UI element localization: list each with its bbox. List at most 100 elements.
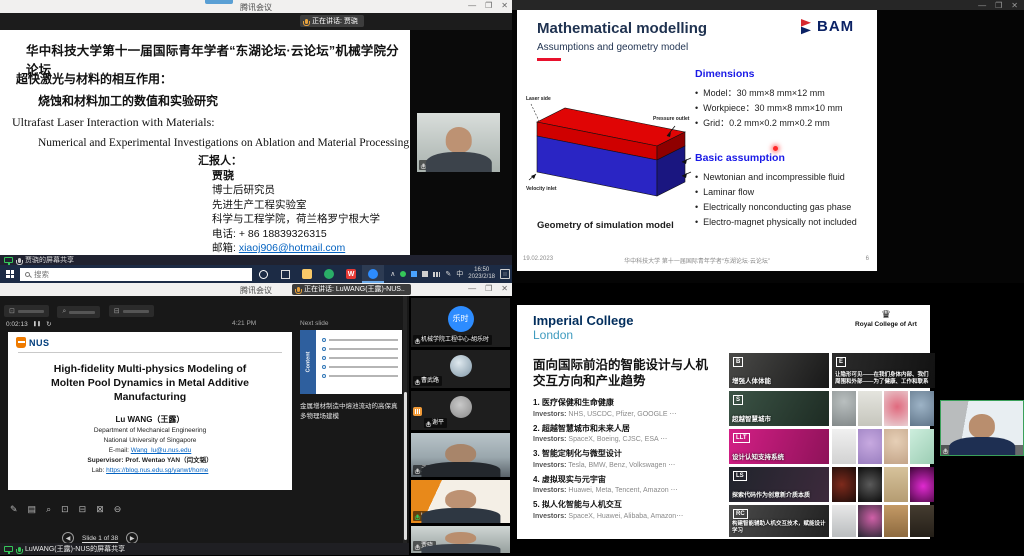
webcam-tile-jiangyu[interactable]: 江舆 xyxy=(940,400,1024,456)
speaker-notes: 金属增材制造中熔池流动的高保真多物理场建模 xyxy=(300,402,402,423)
stamp-icon[interactable]: ▤ xyxy=(28,504,47,514)
avatar: 乐时 xyxy=(448,306,474,332)
windows-logo-icon xyxy=(6,270,14,278)
wps-button[interactable]: W xyxy=(340,265,362,283)
network-icon[interactable] xyxy=(433,272,440,277)
lab-line: Lab: https://blog.nus.edu.sg/yanwt/home xyxy=(8,466,292,476)
wechat-button[interactable] xyxy=(318,265,340,283)
scrollbar-thumb[interactable] xyxy=(404,392,407,540)
start-button[interactable] xyxy=(0,265,20,283)
speaking-indicator: 正在讲话: LuWANG(王露)-NUS.. xyxy=(292,284,411,295)
photo-thumbnail xyxy=(884,467,908,502)
zoom-tool-button[interactable]: ⌕ xyxy=(57,306,100,318)
lab-link[interactable]: https://blog.nus.edu.sg/yanwt/home xyxy=(106,467,208,474)
window-titlebar[interactable]: 腾讯会议 — ❐ ✕ xyxy=(0,0,512,13)
rca-crest-icon: ♛ xyxy=(847,309,925,321)
slide-counter: Slide 1 of 38 xyxy=(82,535,118,542)
ime-indicator[interactable]: 中 xyxy=(456,269,463,279)
slide-author: Lu WANG（王露） xyxy=(8,414,292,425)
monitor-arrow-icon[interactable]: ⊡ xyxy=(61,504,79,514)
presenter-role: 博士后研究员 xyxy=(212,183,380,198)
pen-settings-icon[interactable]: ✎ xyxy=(445,270,451,278)
participant-tile[interactable]: LuWANG(王露)-N.. xyxy=(411,480,510,523)
participant-tile[interactable]: 曹武路 xyxy=(411,350,510,388)
taskbar-clock[interactable]: 16:50 2023/2/18 xyxy=(468,267,495,281)
close-button[interactable]: ✕ xyxy=(501,1,508,11)
meeting-window-bottom-left: 腾讯会议 — ❐ ✕ 正在讲话: LuWANG(王露)-NUS.. ⊡ ⌕ ⊟ … xyxy=(0,283,512,555)
email-link[interactable]: xiaoj906@hotmail.com xyxy=(239,242,345,254)
meeting-app-button[interactable] xyxy=(362,265,384,283)
geometry-diagram: Laser side Pressure outlet Velocity inle… xyxy=(525,70,693,218)
window-controls: — ❐ ✕ xyxy=(468,284,508,294)
presenter-lab: 先进生产工程实验室 xyxy=(212,198,380,213)
presenter-school: 科学与工程学院，荷兰格罗宁根大学 xyxy=(212,212,380,227)
monitor-icon[interactable]: ⊟ xyxy=(79,504,97,514)
system-tray: ∧ ✎ 中 16:50 2023/2/18 xyxy=(390,267,512,281)
slideshow-button[interactable]: ⊡ xyxy=(4,305,49,317)
grid-caption-tile: RC 构建智能辅助人机交互技术，赋能设计学习 xyxy=(729,505,829,537)
webcam-tile-jiaxiao[interactable]: 贾骁 xyxy=(417,113,500,172)
page-number: 6 xyxy=(866,256,869,262)
wps-icon: W xyxy=(346,269,356,279)
laser-pointer-dot xyxy=(773,146,778,151)
more-icon[interactable]: ⊖ xyxy=(114,504,132,514)
maximize-button[interactable]: ❐ xyxy=(485,1,492,11)
window-titlebar[interactable]: 腾讯会议 — ❐ ✕ xyxy=(0,283,512,296)
participant-tile[interactable]: 孟祥明 xyxy=(411,433,510,477)
tray-device-icon[interactable] xyxy=(422,271,428,277)
tray-blue-icon[interactable] xyxy=(411,271,417,277)
photo-thumbnail xyxy=(884,505,908,537)
photo-thumbnail xyxy=(832,505,856,537)
maximize-button[interactable]: ❐ xyxy=(995,1,1002,11)
tray-green-icon[interactable] xyxy=(400,271,406,277)
display-settings-button[interactable]: ⊟ xyxy=(109,305,154,317)
slide-title: Mathematical modelling xyxy=(537,20,707,37)
restart-timer-button[interactable]: ↻ xyxy=(46,320,51,328)
next-slide-thumbnail[interactable]: Content xyxy=(300,330,402,394)
speaking-indicator: 正在讲话: 贾骁 xyxy=(300,15,364,27)
task-view-icon xyxy=(281,270,290,279)
divider xyxy=(18,352,282,353)
nus-shield-icon xyxy=(16,337,26,348)
maximize-button[interactable]: ❐ xyxy=(485,284,492,294)
magnifier-icon[interactable]: ⌕ xyxy=(46,504,61,514)
taskbar-search-input[interactable]: 搜索 xyxy=(20,268,252,281)
pause-timer-button[interactable]: ❚❚ xyxy=(33,321,41,327)
cortana-button[interactable] xyxy=(252,265,274,283)
minimize-button[interactable]: — xyxy=(468,1,476,11)
meeting-window-top-left: 腾讯会议 — ❐ ✕ 正在讲话: 贾骁 华中科技大学第十一届国际青年学者“东湖论… xyxy=(0,0,512,283)
email-link[interactable]: Wang_lu@u.nus.edu xyxy=(131,447,192,454)
notification-center-icon[interactable] xyxy=(500,269,510,279)
author-univ: National University of Singapore xyxy=(8,436,292,446)
pen-icon[interactable]: ✎ xyxy=(10,504,28,514)
file-explorer-button[interactable] xyxy=(296,265,318,283)
tile-logo-icon: S xyxy=(733,395,743,405)
tray-expand-icon[interactable]: ∧ xyxy=(390,270,395,278)
monitor-off-icon[interactable]: ⊠ xyxy=(96,504,114,514)
window-title: 腾讯会议 xyxy=(0,285,512,296)
participant-tile[interactable]: 贾骁 xyxy=(411,526,510,553)
window-title: 腾讯会议 xyxy=(0,2,512,13)
meeting-window-top-right: — ❐ ✕ Mathematical modelling Assumptions… xyxy=(512,0,1024,283)
assumptions-list: Newtonian and incompressible fluid Lamin… xyxy=(695,170,857,230)
close-button[interactable]: ✕ xyxy=(501,284,508,294)
slide-title: 面向国际前沿的智能设计与人机 交互方向和产业趋势 xyxy=(533,357,708,390)
supervisor-line: Supervisor: Prof. Wentao YAN（闫文韬） xyxy=(8,456,292,466)
minimize-button[interactable]: — xyxy=(468,284,476,294)
presentation-timer: 0:02:13 ❚❚ ↻ xyxy=(6,320,52,328)
mic-icon xyxy=(416,544,418,548)
trend-item: 4. 虚拟现实与元宇宙 Investors: Huawei, Meta, Ten… xyxy=(533,474,725,495)
share-screen-icon xyxy=(4,257,13,263)
participant-tile[interactable]: 乐时 机械学院工程中心-胡乐时 xyxy=(411,298,510,347)
thumbnail-outline xyxy=(316,330,402,394)
participant-tile[interactable]: 谢平 xyxy=(411,391,510,430)
minimize-button[interactable]: — xyxy=(978,1,986,11)
close-button[interactable]: ✕ xyxy=(1011,1,1018,11)
task-view-button[interactable] xyxy=(274,265,296,283)
participant-name-label: 曹武路 xyxy=(413,376,442,386)
photo-thumbnail xyxy=(858,391,882,426)
imperial-logo-line1: Imperial College xyxy=(533,313,633,328)
bam-logo-icon xyxy=(800,19,813,35)
presenter-name: 贾骁 xyxy=(212,169,380,184)
shared-slide-laser: 华中科技大学第十一届国际青年学者“东湖论坛·云论坛”机械学院分论坛 超快激光与材… xyxy=(0,30,410,255)
